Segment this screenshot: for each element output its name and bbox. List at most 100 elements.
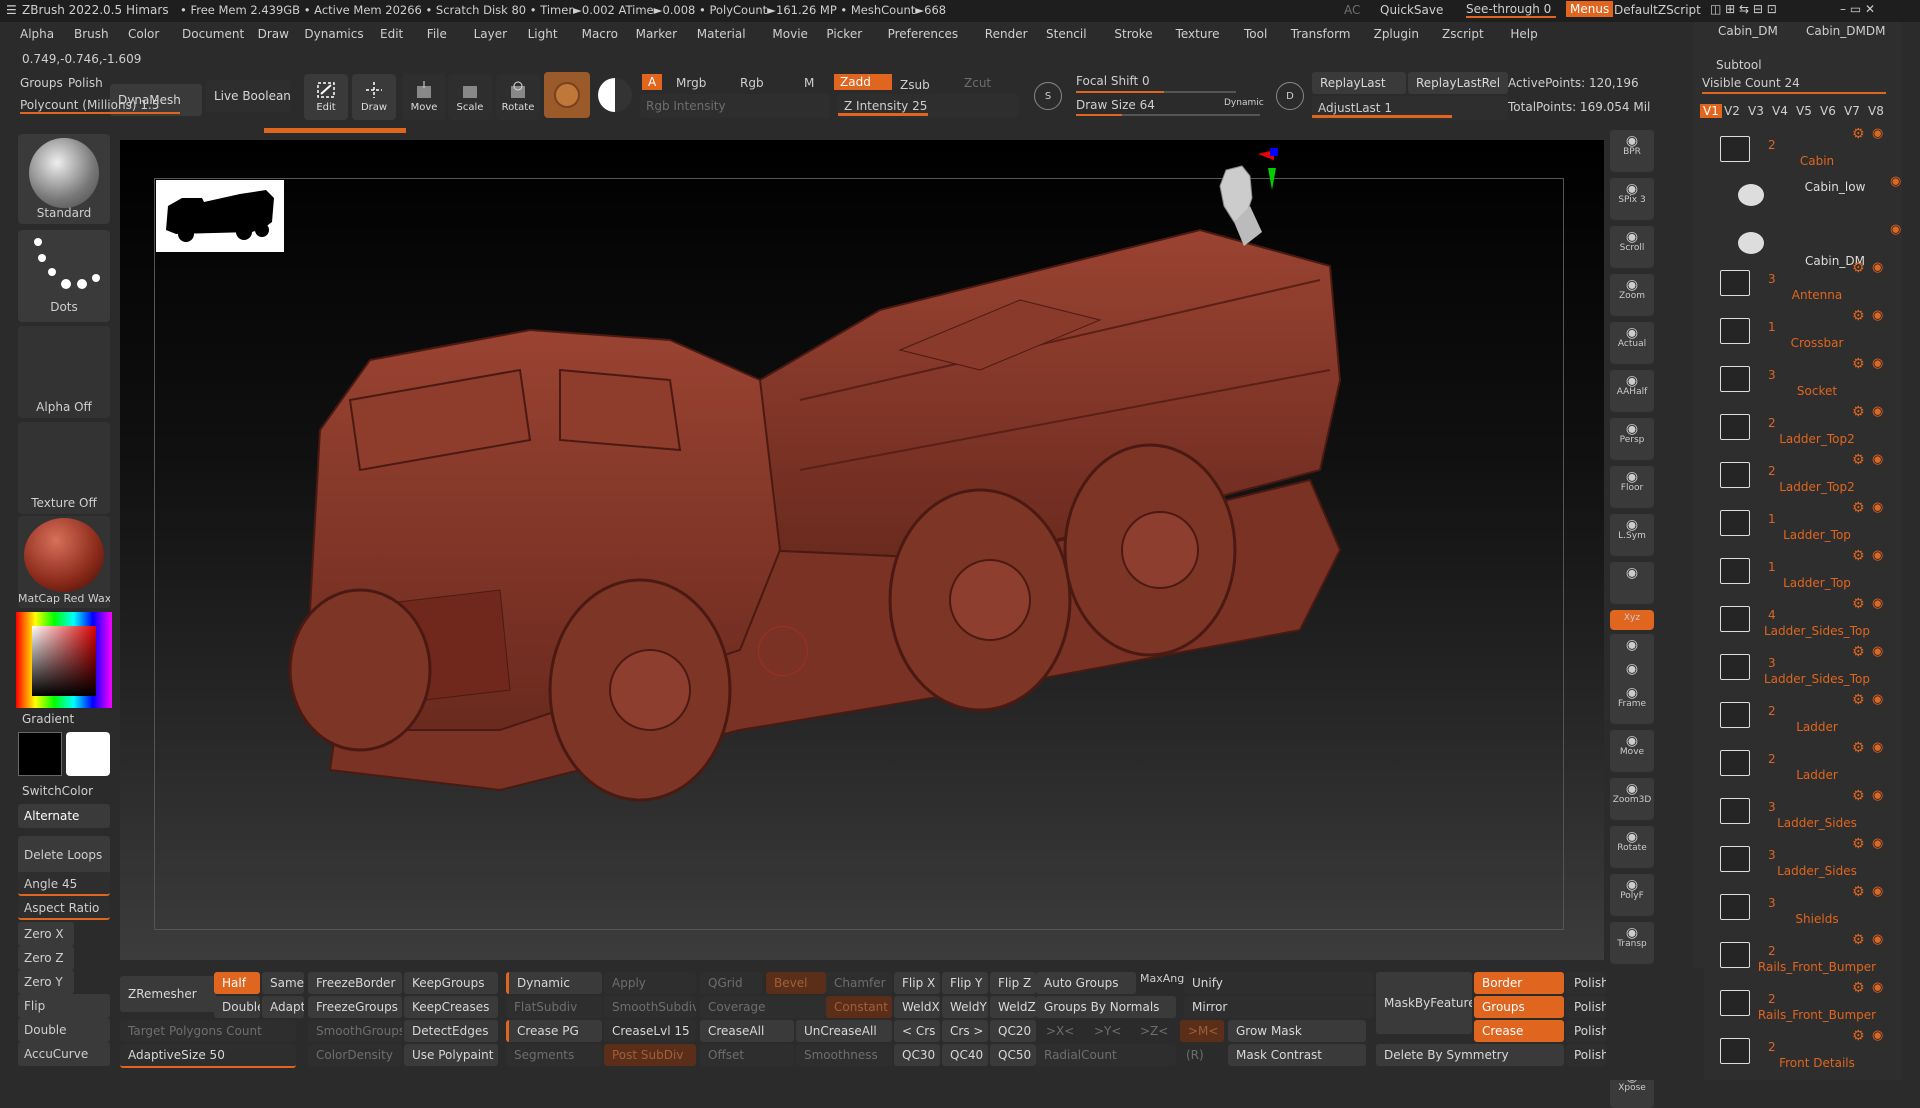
- eye-icon[interactable]: ◉: [1872, 500, 1883, 515]
- replay-last-button[interactable]: ReplayLast: [1312, 72, 1406, 94]
- subtool-title[interactable]: Subtool: [1716, 58, 1762, 72]
- switchcolor-button[interactable]: SwitchColor: [22, 784, 93, 798]
- menu-zplugin[interactable]: Zplugin: [1374, 27, 1419, 41]
- adaptive-size-slider[interactable]: AdaptiveSize 50: [120, 1044, 296, 1068]
- gear-icon[interactable]: ⚙: [1852, 788, 1865, 804]
- shelf-icon-9[interactable]: ◉: [1610, 562, 1654, 604]
- scale-button[interactable]: Scale: [448, 74, 492, 120]
- version-tab-v2[interactable]: V2: [1724, 104, 1740, 118]
- edit-button[interactable]: Edit: [304, 74, 348, 120]
- menu-render[interactable]: Render: [985, 27, 1028, 41]
- subtool-item[interactable]: 2 Front Details ⚙ ◉: [1712, 1028, 1892, 1076]
- menu-stencil[interactable]: Stencil: [1046, 27, 1087, 41]
- flip-button[interactable]: Flip: [18, 994, 110, 1018]
- gear-icon[interactable]: ⚙: [1852, 126, 1865, 142]
- weld-y-button[interactable]: WeldY: [942, 996, 988, 1018]
- subtool-item[interactable]: 3 Ladder_Sides ⚙ ◉: [1712, 836, 1892, 884]
- subtool-item[interactable]: 3 Socket ⚙ ◉: [1712, 356, 1892, 404]
- flip-y-button[interactable]: Flip Y: [942, 972, 988, 994]
- colordensity-slider[interactable]: ColorDensity: [308, 1044, 402, 1066]
- orientation-head-icon[interactable]: [1194, 146, 1284, 256]
- visible-count-track[interactable]: [1702, 92, 1886, 94]
- subtool-item[interactable]: 3 Ladder_Sides_Top ⚙ ◉: [1712, 644, 1892, 692]
- menu-color[interactable]: Color: [128, 27, 159, 41]
- crease-pg-button[interactable]: Crease PG: [506, 1020, 602, 1042]
- menu-help[interactable]: Help: [1510, 27, 1537, 41]
- version-tab-v8[interactable]: V8: [1868, 104, 1884, 118]
- gear-icon[interactable]: ⚙: [1852, 596, 1865, 612]
- menu-layer[interactable]: Layer: [474, 27, 507, 41]
- menus-button[interactable]: Menus: [1566, 1, 1614, 17]
- color-square[interactable]: [32, 626, 96, 696]
- border-button[interactable]: Border: [1474, 972, 1564, 994]
- live-boolean-button[interactable]: Live Boolean: [206, 80, 290, 112]
- draw-size-label[interactable]: Draw Size 64: [1076, 98, 1155, 112]
- eye-icon[interactable]: ◉: [1872, 452, 1883, 467]
- m-toggle[interactable]: M: [804, 76, 814, 90]
- uncreaseall-button[interactable]: UnCreaseAll: [796, 1020, 892, 1042]
- aspect-ratio-slider[interactable]: Aspect Ratio 25: [18, 896, 110, 939]
- zremesher-button[interactable]: ZRemesher: [120, 976, 216, 1012]
- shelf-spix-3[interactable]: ◉ SPix 3: [1610, 178, 1654, 220]
- menu-zscript[interactable]: Zscript: [1442, 27, 1484, 41]
- alpha-picker[interactable]: Alpha Off: [18, 326, 110, 418]
- eye-icon[interactable]: ◉: [1872, 932, 1883, 947]
- eye-icon[interactable]: ◉: [1872, 356, 1883, 371]
- gear-icon[interactable]: ⚙: [1852, 644, 1865, 660]
- rotate-button[interactable]: Rotate: [496, 74, 540, 120]
- gear-icon[interactable]: ⚙: [1852, 932, 1865, 948]
- segments-slider[interactable]: Segments: [506, 1044, 602, 1066]
- flatsubdiv-slider[interactable]: FlatSubdiv: [506, 996, 602, 1018]
- shelf-polyf[interactable]: ◉ PolyF: [1610, 874, 1654, 916]
- shelf-zoom[interactable]: ◉ Zoom: [1610, 274, 1654, 316]
- menu-texture[interactable]: Texture: [1176, 27, 1220, 41]
- weld-z-button[interactable]: WeldZ: [990, 996, 1036, 1018]
- double-remesh-button[interactable]: Double: [214, 996, 260, 1018]
- version-tab-v6[interactable]: V6: [1820, 104, 1836, 118]
- version-tab-v7[interactable]: V7: [1844, 104, 1860, 118]
- shelf-move[interactable]: ◉ Move: [1610, 730, 1654, 772]
- polycount-slider[interactable]: Polycount (Millions) 1.5: [20, 98, 180, 114]
- qc40-button[interactable]: QC40: [942, 1044, 988, 1066]
- gradient-label[interactable]: Gradient: [22, 712, 74, 726]
- z-intensity-slider[interactable]: Z Intensity 25: [838, 94, 1018, 118]
- qc30-button[interactable]: QC30: [894, 1044, 940, 1066]
- crease-mask-button[interactable]: Crease: [1474, 1020, 1564, 1042]
- polish-slider-2[interactable]: Polish: [1566, 996, 1606, 1018]
- qc50-button[interactable]: QC50: [990, 1044, 1036, 1066]
- dynamic-draw-size[interactable]: Dynamic: [1224, 98, 1264, 108]
- menu-marker[interactable]: Marker: [636, 27, 677, 41]
- y-sym-button[interactable]: >Y<: [1094, 1024, 1121, 1038]
- eye-icon[interactable]: ◉: [1890, 222, 1901, 237]
- bevel-button[interactable]: Bevel: [766, 972, 826, 994]
- eye-icon[interactable]: ◉: [1872, 884, 1883, 899]
- eye-icon[interactable]: ◉: [1872, 1028, 1883, 1043]
- rgb-toggle[interactable]: Rgb: [740, 76, 764, 90]
- eye-icon[interactable]: ◉: [1872, 692, 1883, 707]
- stroke-brush-preview[interactable]: [544, 72, 590, 118]
- subtool-item[interactable]: 3 Antenna ⚙ ◉: [1712, 260, 1892, 308]
- gear-icon[interactable]: ⚙: [1852, 500, 1865, 516]
- auto-groups-button[interactable]: Auto Groups: [1036, 972, 1136, 994]
- color-picker[interactable]: [16, 612, 112, 708]
- menu-macro[interactable]: Macro: [582, 27, 618, 41]
- eye-icon[interactable]: ◉: [1872, 644, 1883, 659]
- unify-slider[interactable]: Unify: [1184, 972, 1374, 994]
- freezeborder-button[interactable]: FreezeBorder: [308, 972, 402, 994]
- subtool-item[interactable]: 2 Ladder_Top2 ⚙ ◉: [1712, 404, 1892, 452]
- subtool-tab-2[interactable]: Cabin_DMDM: [1806, 24, 1885, 38]
- grow-mask-button[interactable]: Grow Mask: [1228, 1020, 1366, 1042]
- texture-picker[interactable]: Texture Off: [18, 422, 110, 514]
- gear-icon[interactable]: ⚙: [1852, 692, 1865, 708]
- truck-model[interactable]: [200, 170, 1530, 930]
- m-sym-button[interactable]: >M<: [1180, 1020, 1224, 1042]
- brush-picker[interactable]: Standard: [18, 134, 110, 224]
- menu-document[interactable]: Document: [182, 27, 244, 41]
- freezegroups-button[interactable]: FreezeGroups: [308, 996, 402, 1018]
- r-sym-button[interactable]: (R): [1186, 1048, 1204, 1062]
- subtool-item[interactable]: 3 Shields ⚙ ◉: [1712, 884, 1892, 932]
- crs-right-button[interactable]: Crs >: [942, 1020, 988, 1042]
- qc20-button[interactable]: QC20: [990, 1020, 1036, 1042]
- eye-icon[interactable]: ◉: [1872, 740, 1883, 755]
- visible-count-slider[interactable]: Visible Count 24: [1702, 76, 1800, 90]
